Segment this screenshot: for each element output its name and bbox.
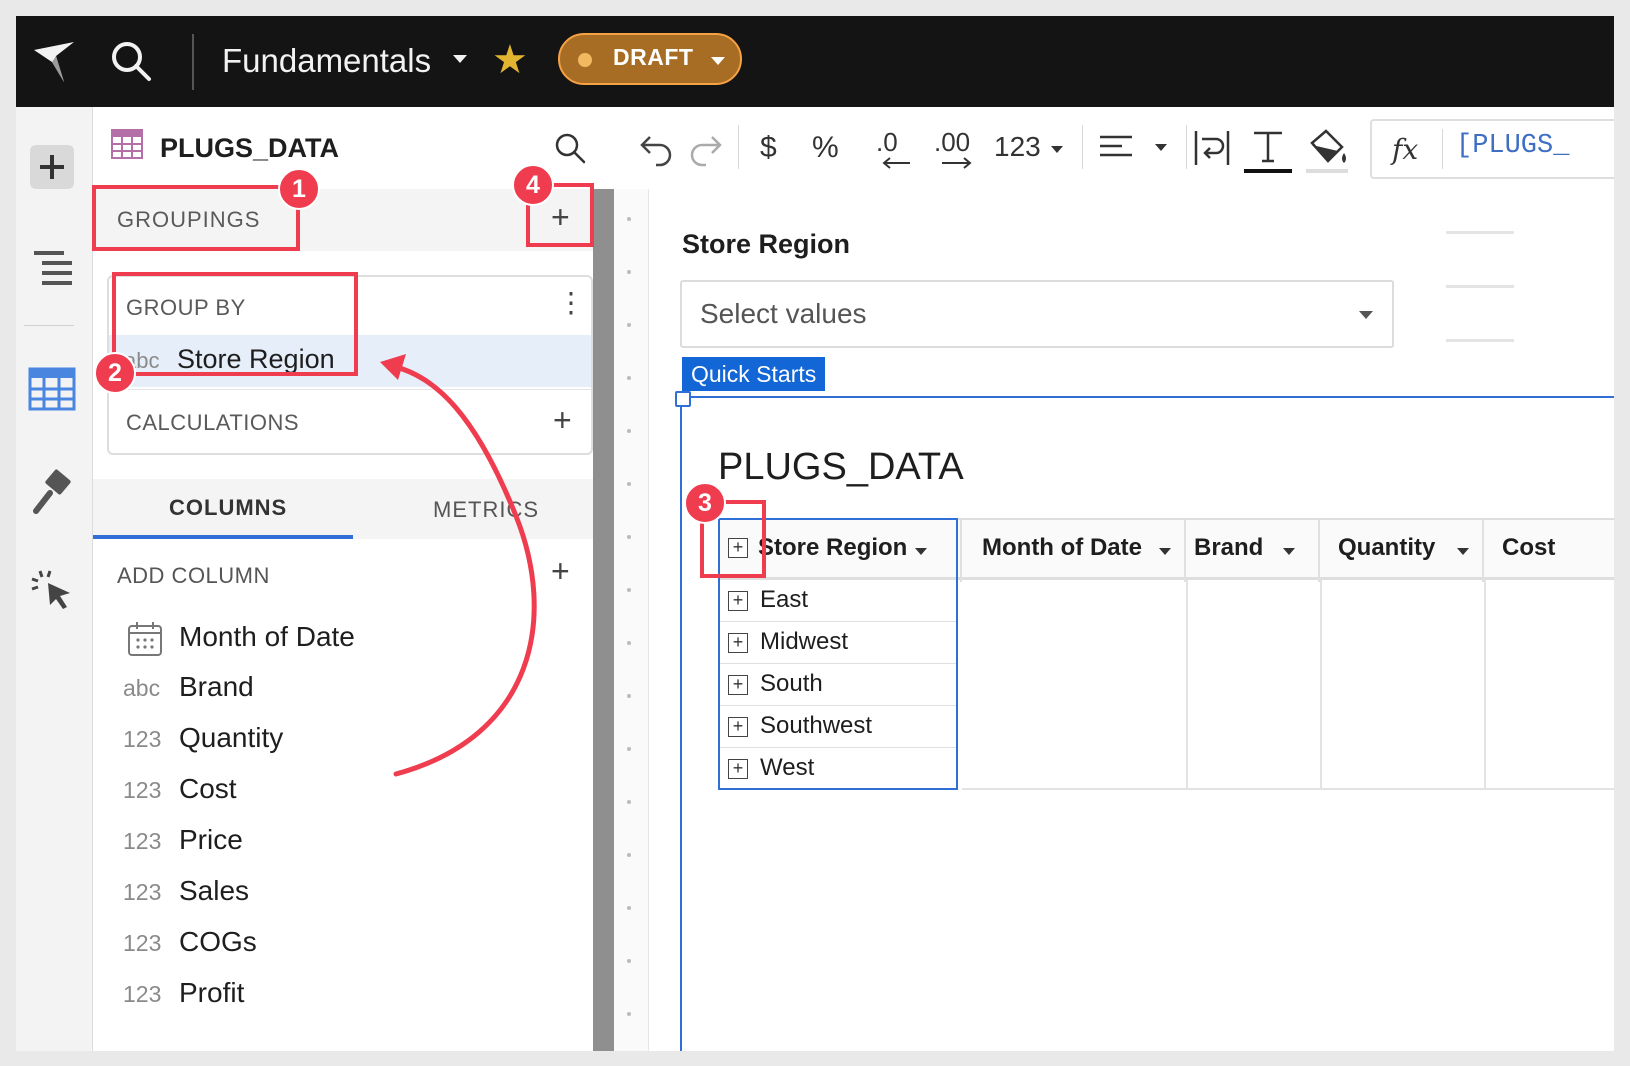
annotation-arrow xyxy=(380,354,537,777)
app-window: Fundamentals ★ DRAFT PLUGS_DATA GROUPING… xyxy=(16,16,1614,1051)
